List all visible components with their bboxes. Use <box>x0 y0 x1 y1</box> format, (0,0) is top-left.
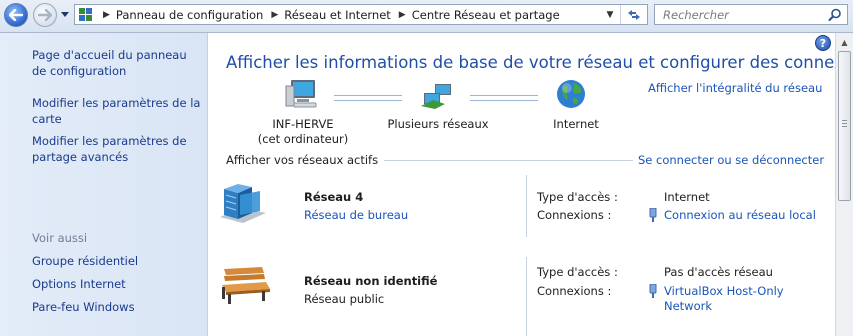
network-name: Réseau 4 <box>304 190 364 204</box>
network-type: Réseau public <box>304 292 385 306</box>
computer-icon[interactable] <box>284 78 320 110</box>
computer-sub: (cet ordinateur) <box>257 132 349 146</box>
forward-button[interactable] <box>33 3 57 27</box>
access-type-value: Pas d'accès réseau <box>664 265 773 279</box>
computer-name: INF-HERVE <box>272 117 334 131</box>
grip-line <box>842 126 847 127</box>
forward-arrow-icon <box>38 9 52 21</box>
grip-line <box>842 123 847 124</box>
recent-pages-dropdown[interactable] <box>61 12 69 17</box>
network-type-link[interactable]: Réseau de bureau <box>304 208 408 222</box>
bench-icon[interactable] <box>218 265 272 305</box>
map-networks-label: Plusieurs réseaux <box>387 117 489 131</box>
network-name: Réseau non identifié <box>304 274 438 288</box>
search-icon[interactable] <box>828 8 842 22</box>
navigation-bar: ▶ Panneau de configuration ▶ Réseau et I… <box>0 0 853 33</box>
access-type-label: Type d'accès : <box>537 190 618 204</box>
refresh-button[interactable] <box>620 5 647 24</box>
refresh-icon <box>628 9 640 20</box>
sidebar-link-homegroup[interactable]: Groupe résidentiel <box>32 253 202 269</box>
sidebar-link-control-panel-home[interactable]: Page d'accueil du panneau de configurati… <box>32 47 202 79</box>
globe-icon[interactable] <box>555 78 587 110</box>
see-also-title: Voir aussi <box>32 231 88 245</box>
connections-label: Connexions : <box>537 208 612 222</box>
search-input[interactable]: Rechercher <box>663 8 729 22</box>
map-internet-label: Internet <box>553 117 599 131</box>
sidebar-link-change-adapter-settings[interactable]: Modifier les paramètres de la carte <box>32 95 202 127</box>
column-divider <box>526 257 527 336</box>
connection-link[interactable]: VirtualBox Host-Only Network <box>664 284 834 314</box>
breadcrumb-control-panel[interactable]: Panneau de configuration <box>116 8 263 22</box>
view-full-map-link[interactable]: Afficher l'intégralité du réseau <box>648 81 822 95</box>
active-networks-title: Afficher vos réseaux actifs <box>226 153 385 167</box>
networks-icon[interactable] <box>421 82 455 110</box>
sidebar-link-internet-options[interactable]: Options Internet <box>32 276 202 292</box>
scroll-up-arrow-icon[interactable]: ▲ <box>836 34 853 50</box>
grip-line <box>842 120 847 121</box>
breadcrumb-network-center[interactable]: Centre Réseau et partage <box>412 8 560 22</box>
vertical-scrollbar[interactable]: ▲ <box>835 33 853 336</box>
main-content: Afficher les informations de base de vot… <box>208 33 853 336</box>
breadcrumb-separator[interactable]: ▶ <box>271 10 278 20</box>
back-arrow-icon <box>9 9 23 21</box>
connection-line <box>334 95 402 101</box>
search-box[interactable]: Rechercher <box>654 4 848 25</box>
map-computer-label: INF-HERVE (cet ordinateur) <box>248 117 358 147</box>
column-divider <box>526 175 527 237</box>
connection-link-line2[interactable]: Network <box>664 299 834 314</box>
breadcrumb-separator[interactable]: ▶ <box>103 10 110 20</box>
page-title: Afficher les informations de base de vot… <box>226 53 853 72</box>
access-type-label: Type d'accès : <box>537 265 618 279</box>
sidebar-link-windows-firewall[interactable]: Pare-feu Windows <box>32 299 202 315</box>
connections-label: Connexions : <box>537 284 612 298</box>
building-icon[interactable] <box>218 181 268 225</box>
address-bar[interactable]: ▶ Panneau de configuration ▶ Réseau et I… <box>74 4 648 25</box>
scrollbar-thumb[interactable] <box>838 51 851 201</box>
breadcrumb-network-internet[interactable]: Réseau et Internet <box>284 8 391 22</box>
plug-icon <box>649 284 657 298</box>
connection-link-line1[interactable]: VirtualBox Host-Only <box>664 284 834 299</box>
address-dropdown[interactable]: ▼ <box>601 5 619 24</box>
connection-line <box>470 95 538 101</box>
access-type-value: Internet <box>664 190 710 204</box>
task-pane: Page d'accueil du panneau de configurati… <box>0 33 208 336</box>
help-icon[interactable]: ? <box>815 35 831 51</box>
connect-disconnect-link[interactable]: Se connecter ou se déconnecter <box>638 153 824 167</box>
plug-icon <box>649 208 657 222</box>
breadcrumb-separator[interactable]: ▶ <box>399 10 406 20</box>
back-button[interactable] <box>4 3 28 27</box>
connection-link[interactable]: Connexion au réseau local <box>664 208 834 223</box>
control-panel-icon <box>79 7 93 22</box>
sidebar-link-advanced-sharing[interactable]: Modifier les paramètres de partage avanc… <box>32 133 202 165</box>
